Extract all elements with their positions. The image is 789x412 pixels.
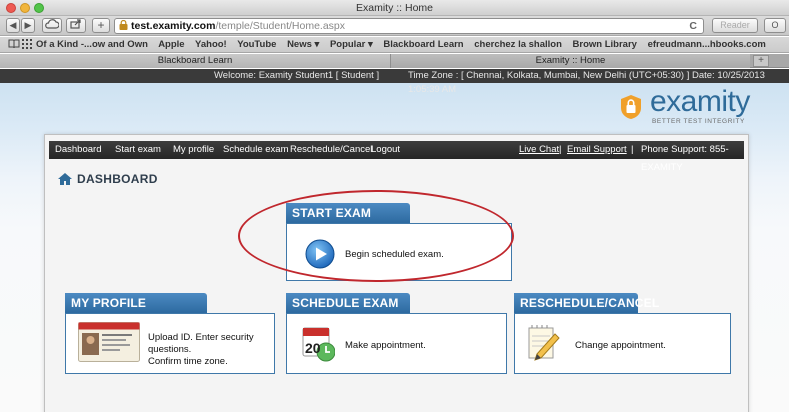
bookmark-item[interactable]: Brown Library [573,39,637,50]
reschedule-text: Change appointment. [575,340,666,351]
schedule-exam-title: SCHEDULE EXAM [286,293,410,313]
bookmark-item[interactable]: News ▾ [287,39,319,50]
bookmark-item[interactable]: Popular ▾ [330,39,373,50]
reschedule-title: RESCHEDULE/CANCEL [514,293,659,313]
schedule-exam-card[interactable]: 20 Make appointment. [286,313,507,374]
bookmark-item[interactable]: cherchez la shallon [474,39,562,50]
id-card-icon [78,322,140,362]
home-icon [58,173,72,185]
shield-lock-icon [621,95,641,119]
reschedule-card[interactable]: Change appointment. [514,313,731,374]
main-nav: Dashboard Start exam My profile Schedule… [49,141,744,173]
my-profile-title: MY PROFILE [65,293,207,313]
add-bookmark-icon[interactable]: + [92,18,110,33]
dashboard-title: DASHBOARD [77,172,158,186]
url-host: test.examity.com [131,20,216,32]
bookmark-item[interactable]: Blackboard Learn [383,39,463,50]
my-profile-text-line2: Confirm time zone. [148,356,228,367]
logo-wordmark: examity [650,85,750,118]
browser-toolbar: ◀ ▶ + test.examity.com/temple/Student/Ho… [0,16,789,36]
top-sites-icon[interactable] [22,39,32,52]
live-chat-link[interactable]: Live Chat [519,141,559,159]
nav-schedule-exam[interactable]: Schedule exam [223,141,288,159]
share-icon[interactable] [66,18,86,33]
tab-bar: Blackboard Learn Examity :: Home + [0,54,789,68]
reload-icon[interactable]: C [689,19,697,33]
welcome-text: Welcome: Examity Student1 [ Student ] [214,70,380,81]
nav-logout[interactable]: Logout [371,141,400,159]
window-title: Examity :: Home [355,2,434,14]
reader-button[interactable]: Reader [712,18,758,33]
forward-button[interactable]: ▶ [21,18,35,33]
nav-start-exam[interactable]: Start exam [115,141,161,159]
bookmark-item[interactable]: Apple [158,39,184,50]
notepad-pencil-icon [528,325,560,361]
my-profile-card[interactable]: Upload ID. Enter security questions. Con… [65,313,275,374]
reading-list-icon[interactable] [8,39,20,52]
welcome-bar: Welcome: Examity Student1 [ Student ] Ti… [0,69,789,95]
email-support-link[interactable]: Email Support [567,141,627,159]
lock-icon [119,20,128,30]
my-profile-text: Upload ID. Enter security questions. Con… [148,332,274,368]
bookmark-item[interactable]: YouTube [237,39,276,50]
bookmark-list: Of a Kind -...ow and Own Apple Yahoo! Yo… [36,39,774,50]
examity-logo[interactable]: examity BETTER TEST INTEGRITY [620,85,789,131]
phone-support-text: Phone Support: 855-EXAMITY [641,144,729,173]
url-field[interactable]: test.examity.com/temple/Student/Home.asp… [114,18,704,34]
page-content: Welcome: Examity Student1 [ Student ] Ti… [0,69,789,412]
bookmark-item[interactable]: Yahoo! [195,39,227,50]
url-path: /temple/Student/Home.aspx [215,20,346,32]
bookmark-item[interactable]: efreudmann...hbooks.com [648,39,766,50]
new-tab-button[interactable]: + [753,55,769,67]
cloud-icon[interactable] [42,18,62,33]
back-button[interactable]: ◀ [6,18,20,33]
tab-blackboard[interactable]: Blackboard Learn [0,54,390,68]
nav-separator: | [631,144,634,155]
annotation-circle [238,190,514,282]
schedule-exam-text: Make appointment. [345,340,426,351]
window-titlebar: Examity :: Home [0,0,789,16]
bookmark-item[interactable]: Of a Kind -...ow and Own [36,39,148,50]
extension-icon[interactable]: O [764,18,786,33]
calendar-day: 20 [305,340,321,356]
tab-examity-home[interactable]: Examity :: Home [390,54,750,68]
nav-reschedule-cancel[interactable]: Reschedule/Cancel [290,141,372,159]
bookmarks-bar: Of a Kind -...ow and Own Apple Yahoo! Yo… [0,37,789,53]
nav-my-profile[interactable]: My profile [173,141,214,159]
nav-separator: | [559,144,562,155]
nav-dashboard[interactable]: Dashboard [55,141,101,159]
logo-tagline: BETTER TEST INTEGRITY [652,118,745,125]
my-profile-text-line1: Upload ID. Enter security questions. [148,332,254,355]
